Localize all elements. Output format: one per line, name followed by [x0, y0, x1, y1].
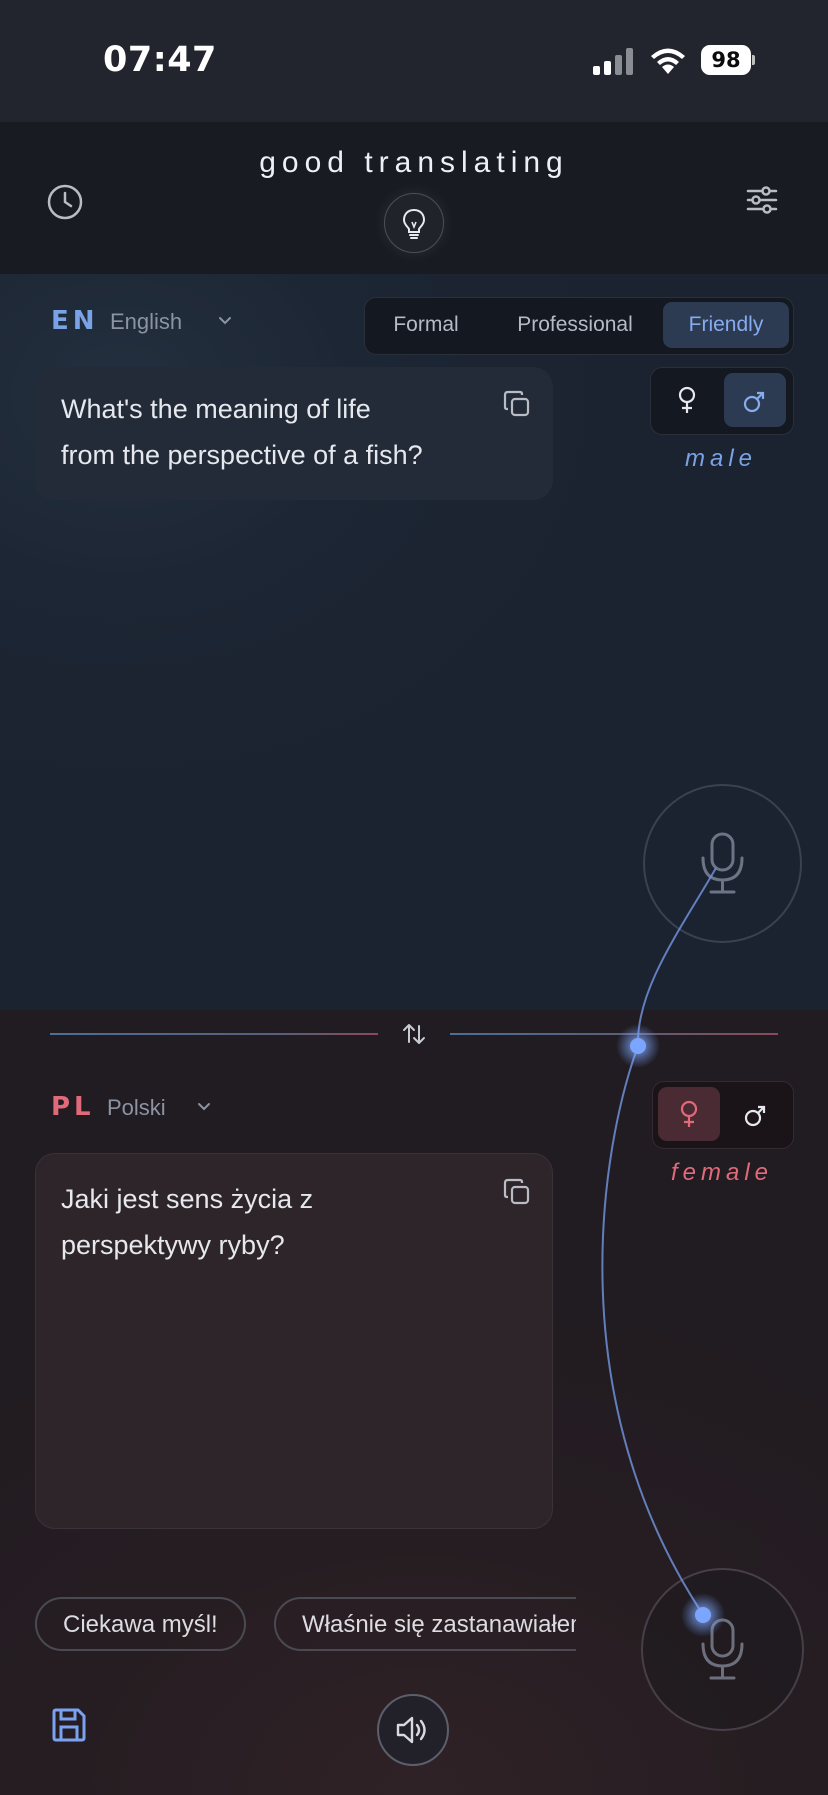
target-text-line-2: perspektywy ryby? [61, 1230, 285, 1260]
male-icon [743, 391, 765, 413]
target-text-card[interactable]: Jaki jest sens życia z perspektywy ryby? [35, 1153, 553, 1529]
microphone-icon [701, 832, 744, 894]
floppy-disk-icon [52, 1708, 86, 1742]
tone-friendly[interactable]: Friendly [663, 302, 789, 348]
copy-icon[interactable] [502, 389, 532, 419]
source-text-line-2: from the perspective of a fish? [61, 440, 423, 470]
source-text-line-1: What's the meaning of life [61, 394, 371, 424]
divider-left [50, 1033, 378, 1035]
tone-selector: Formal Professional Friendly [364, 297, 794, 355]
male-option[interactable] [725, 1087, 787, 1141]
wifi-icon [649, 46, 687, 76]
bulb-button[interactable] [384, 193, 444, 253]
tone-professional[interactable]: Professional [487, 302, 663, 348]
target-gender-label: female [670, 1159, 774, 1186]
tone-formal[interactable]: Formal [369, 302, 483, 348]
settings-button[interactable] [745, 183, 779, 217]
target-gender-selector [652, 1081, 794, 1149]
history-button[interactable] [45, 182, 85, 222]
female-icon [680, 1100, 698, 1127]
lightbulb-icon [402, 208, 426, 239]
source-gender-selector [650, 367, 794, 435]
target-text-line-1: Jaki jest sens życia z [61, 1184, 314, 1214]
battery-level: 98 [701, 45, 751, 75]
source-mic-button[interactable] [643, 784, 802, 943]
source-lang-name[interactable]: English [110, 309, 182, 335]
signal-icon [593, 47, 637, 75]
microphone-icon [701, 1618, 744, 1680]
chevron-down-icon[interactable] [197, 1100, 211, 1114]
target-lang-code: PL [51, 1092, 95, 1122]
battery-indicator: 98 [701, 45, 755, 75]
chevron-down-icon[interactable] [218, 314, 232, 328]
suggestion-chip-1[interactable]: Ciekawa myśl! [35, 1597, 246, 1651]
target-lang-name[interactable]: Polski [107, 1095, 166, 1121]
male-option[interactable] [724, 373, 786, 427]
female-option[interactable] [656, 373, 718, 427]
suggestion-chip-clip: Właśnie się zastanawiałem [274, 1597, 576, 1653]
female-option[interactable] [658, 1087, 720, 1141]
speaker-icon [396, 1716, 426, 1744]
swap-vertical-icon[interactable] [400, 1020, 428, 1048]
source-text-card[interactable]: What's the meaning of life from the pers… [35, 367, 553, 500]
target-mic-button[interactable] [641, 1568, 804, 1731]
source-gender-label: male [684, 445, 758, 472]
divider-right [450, 1033, 778, 1035]
source-lang-code: EN [51, 306, 99, 336]
save-button[interactable] [50, 1706, 88, 1744]
sliders-icon [746, 186, 778, 214]
speaker-button[interactable] [377, 1694, 449, 1766]
clock-icon [47, 184, 83, 220]
female-icon [678, 386, 696, 413]
suggestion-chip-2[interactable]: Właśnie się zastanawiałem [274, 1597, 576, 1651]
status-time: 07:47 [103, 40, 217, 80]
male-icon [744, 1105, 766, 1127]
copy-icon[interactable] [502, 1177, 532, 1207]
app-title: good translating [259, 146, 569, 179]
